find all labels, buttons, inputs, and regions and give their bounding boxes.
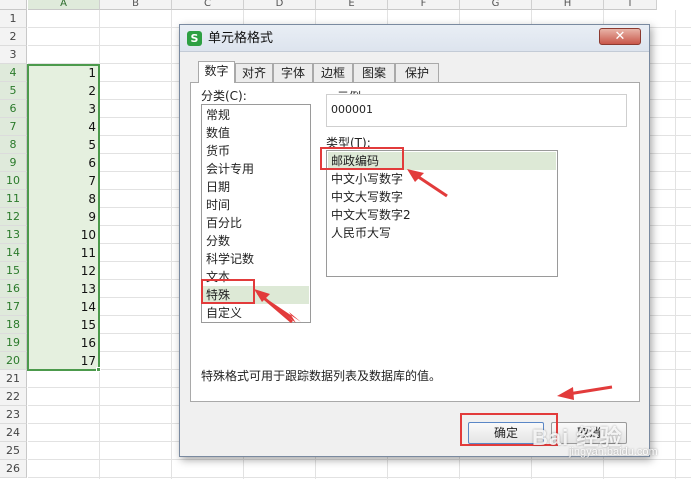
cell-a17[interactable]: 14	[30, 298, 96, 316]
cell-a15[interactable]: 12	[30, 262, 96, 280]
cell-a18[interactable]: 15	[30, 316, 96, 334]
row-header-11[interactable]: 11	[0, 190, 27, 208]
sample-value: 000001	[331, 103, 373, 116]
category-item[interactable]: 科学记数	[206, 250, 254, 268]
highlight-postal-code-type	[320, 147, 404, 170]
dialog-title: 单元格格式	[208, 31, 274, 46]
cell-a9[interactable]: 6	[30, 154, 96, 172]
number-tab-panel: 分类(C): 常规数值货币会计专用日期时间百分比分数科学记数文本特殊自定义 示例…	[190, 82, 640, 402]
cell-a6[interactable]: 3	[30, 100, 96, 118]
row-header-1[interactable]: 1	[0, 10, 27, 28]
column-header-b[interactable]: B	[100, 0, 172, 10]
category-item[interactable]: 百分比	[206, 214, 242, 232]
row-header-12[interactable]: 12	[0, 208, 27, 226]
column-header-g[interactable]: G	[460, 0, 532, 10]
fill-handle[interactable]	[96, 367, 101, 372]
cell-a14[interactable]: 11	[30, 244, 96, 262]
cell-a10[interactable]: 7	[30, 172, 96, 190]
row-header-25[interactable]: 25	[0, 442, 27, 460]
baidu-watermark-url: jingyan.baidu.com	[569, 446, 658, 458]
cell-a20[interactable]: 17	[30, 352, 96, 370]
row-header-20[interactable]: 20	[0, 352, 27, 370]
category-item[interactable]: 分数	[206, 232, 230, 250]
row-header-14[interactable]: 14	[0, 244, 27, 262]
row-header-5[interactable]: 5	[0, 82, 27, 100]
type-item[interactable]: 人民币大写	[331, 224, 391, 242]
row-header-18[interactable]: 18	[0, 316, 27, 334]
row-header-22[interactable]: 22	[0, 388, 27, 406]
row-header-9[interactable]: 9	[0, 154, 27, 172]
cell-a7[interactable]: 4	[30, 118, 96, 136]
column-header-f[interactable]: F	[388, 0, 460, 10]
sheet-corner[interactable]	[0, 0, 27, 10]
highlight-special-category	[201, 279, 255, 304]
cell-a5[interactable]: 2	[30, 82, 96, 100]
row-header-15[interactable]: 15	[0, 262, 27, 280]
cell-a13[interactable]: 10	[30, 226, 96, 244]
row-header-8[interactable]: 8	[0, 136, 27, 154]
category-item[interactable]: 日期	[206, 178, 230, 196]
sample-box: 000001	[326, 94, 627, 127]
cell-a8[interactable]: 5	[30, 136, 96, 154]
row-header-2[interactable]: 2	[0, 28, 27, 46]
row-header-13[interactable]: 13	[0, 226, 27, 244]
row-header-19[interactable]: 19	[0, 334, 27, 352]
column-header-h[interactable]: H	[532, 0, 604, 10]
row-header-17[interactable]: 17	[0, 298, 27, 316]
cell-a12[interactable]: 9	[30, 208, 96, 226]
category-item[interactable]: 时间	[206, 196, 230, 214]
cell-a19[interactable]: 16	[30, 334, 96, 352]
category-label: 分类(C):	[201, 89, 247, 103]
column-header-d[interactable]: D	[244, 0, 316, 10]
category-item[interactable]: 自定义	[206, 304, 242, 322]
category-item[interactable]: 会计专用	[206, 160, 254, 178]
type-item[interactable]: 中文小写数字	[331, 170, 403, 188]
tab-border[interactable]: 边框	[313, 63, 353, 82]
cell-a4[interactable]: 1	[30, 64, 96, 82]
category-item[interactable]: 货币	[206, 142, 230, 160]
type-item[interactable]: 中文大写数字	[331, 188, 403, 206]
row-header-10[interactable]: 10	[0, 172, 27, 190]
close-button[interactable]: ✕	[599, 28, 641, 45]
column-header-i[interactable]: I	[604, 0, 657, 10]
row-header-26[interactable]: 26	[0, 460, 27, 478]
row-header-3[interactable]: 3	[0, 46, 27, 64]
cell-a11[interactable]: 8	[30, 190, 96, 208]
category-item[interactable]: 常规	[206, 106, 230, 124]
row-header-6[interactable]: 6	[0, 100, 27, 118]
row-header-24[interactable]: 24	[0, 424, 27, 442]
tab-protection[interactable]: 保护	[395, 63, 439, 82]
tab-alignment[interactable]: 对齐	[235, 63, 273, 82]
column-header-e[interactable]: E	[316, 0, 388, 10]
cell-a16[interactable]: 13	[30, 280, 96, 298]
tab-number[interactable]: 数字	[198, 61, 235, 83]
tab-font[interactable]: 字体	[273, 63, 313, 82]
format-description: 特殊格式可用于跟踪数据列表及数据库的值。	[201, 369, 442, 383]
dialog-titlebar[interactable]: S 单元格格式 ✕	[180, 25, 649, 52]
row-header-23[interactable]: 23	[0, 406, 27, 424]
row-header-16[interactable]: 16	[0, 280, 27, 298]
tab-pattern[interactable]: 图案	[353, 63, 395, 82]
wps-sheet-icon: S	[187, 31, 202, 46]
format-cells-dialog: S 单元格格式 ✕ 数字 对齐 字体 边框 图案 保护 分类(C): 常规 数值货…	[179, 24, 650, 457]
row-header-7[interactable]: 7	[0, 118, 27, 136]
row-header-21[interactable]: 21	[0, 370, 27, 388]
row-header-4[interactable]: 4	[0, 64, 27, 82]
category-item[interactable]: 数值	[206, 124, 230, 142]
column-header-c[interactable]: C	[172, 0, 244, 10]
type-item[interactable]: 中文大写数字2	[331, 206, 411, 224]
screenshot-stage: ABCDEFGHI 1 2 3 4 5 6 7 8 9 10 11 12 13 14 15 16 17 18 19 2…	[0, 0, 691, 479]
column-header-a[interactable]: A	[28, 0, 100, 10]
